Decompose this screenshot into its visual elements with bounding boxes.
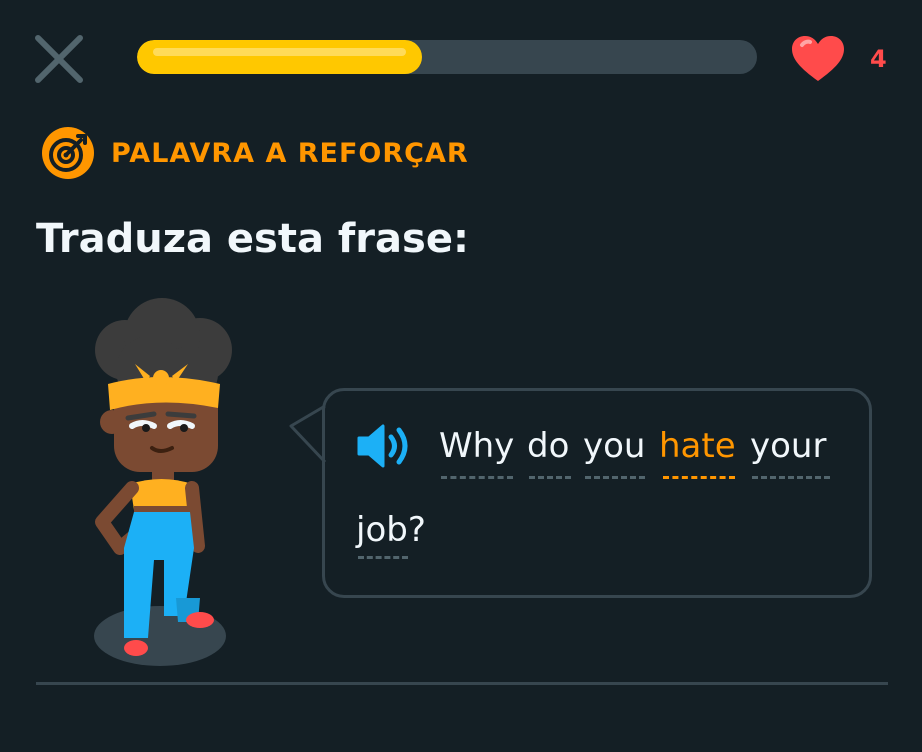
- character-illustration: [94, 298, 232, 666]
- target-icon: [42, 127, 94, 179]
- heart-count: 4: [870, 45, 887, 73]
- practice-badge: PALAVRA A REFORÇAR: [41, 126, 469, 180]
- progress-shine: [153, 48, 406, 56]
- word-token[interactable]: job?: [356, 510, 426, 550]
- word-underline: [529, 476, 571, 479]
- close-button[interactable]: [30, 30, 88, 88]
- heart-icon: [792, 36, 844, 81]
- close-x-icon: [35, 35, 83, 83]
- badge-label: PALAVRA A REFORÇAR: [111, 137, 469, 169]
- play-audio-button[interactable]: [355, 422, 413, 470]
- word-token[interactable]: Why: [439, 426, 514, 466]
- speaker-icon: [357, 424, 408, 468]
- instruction-title: Traduza esta frase:: [36, 216, 469, 262]
- word-token[interactable]: your: [750, 426, 826, 466]
- word-token[interactable]: you: [583, 426, 645, 466]
- word-underline: [585, 476, 645, 479]
- word-token[interactable]: do: [527, 426, 569, 466]
- word-token-highlighted[interactable]: hate: [659, 426, 736, 466]
- progress-bar: [137, 40, 757, 74]
- word-underline-highlighted: [663, 476, 735, 479]
- word-underline: [358, 556, 408, 559]
- word-underline: [752, 476, 830, 479]
- word-underline: [441, 476, 513, 479]
- divider: [36, 682, 888, 685]
- hearts-counter[interactable]: 4: [790, 34, 887, 84]
- lesson-screen: 4 PALAVRA A REFORÇAR Traduza esta frase:: [0, 0, 922, 752]
- speech-bubble: [322, 388, 872, 598]
- progress-fill: [137, 40, 422, 74]
